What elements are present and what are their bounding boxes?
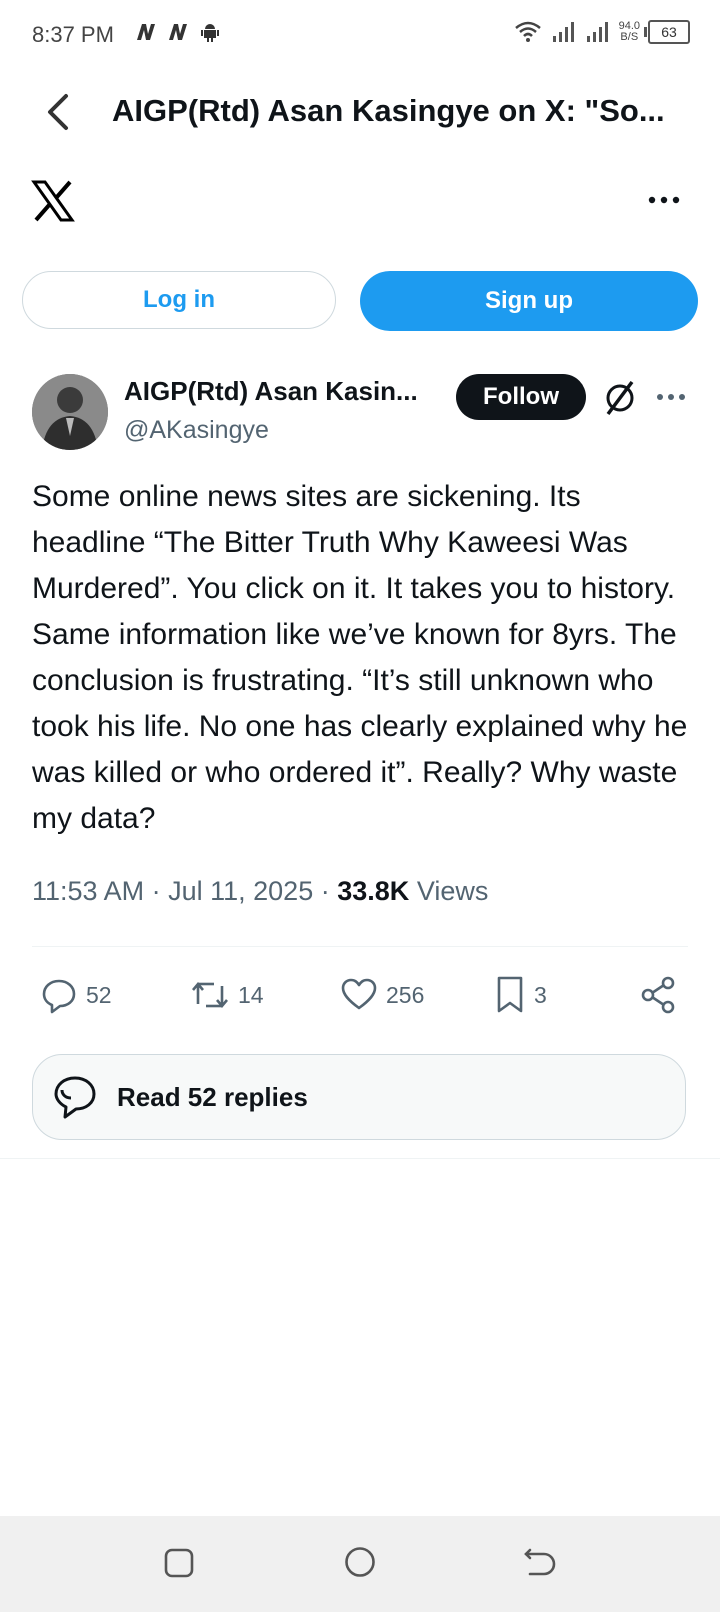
home-icon (345, 1547, 375, 1577)
android-icon (201, 24, 219, 42)
grok-button[interactable] (602, 378, 638, 418)
reply-count: 52 (86, 981, 112, 1008)
recents-button[interactable] (164, 1548, 194, 1578)
network-speed-unit: B/S (620, 31, 639, 43)
login-button[interactable]: Log in (22, 271, 336, 329)
more-options-button[interactable] (644, 182, 684, 218)
x-logo-icon (31, 180, 75, 222)
x-logo[interactable] (30, 178, 76, 224)
avatar[interactable] (32, 374, 108, 450)
read-replies-label: Read 52 replies (117, 1081, 308, 1112)
divider (32, 946, 688, 947)
like-button[interactable]: 256 (340, 972, 424, 1018)
heart-icon (341, 978, 377, 1010)
grok-icon (606, 380, 634, 416)
share-button[interactable] (640, 972, 676, 1018)
tweet-time[interactable]: 11:53 AM (32, 876, 144, 906)
back-arrow-icon (524, 1548, 556, 1576)
avatar-image (32, 374, 108, 450)
recents-icon (164, 1548, 194, 1578)
retweet-button[interactable]: 14 (190, 972, 264, 1018)
retweet-count: 14 (238, 981, 264, 1008)
retweet-icon (192, 981, 228, 1009)
read-replies-button[interactable]: Read 52 replies (32, 1054, 686, 1140)
chevron-left-icon (48, 94, 68, 130)
author-handle[interactable]: @AKasingye (124, 416, 269, 445)
network-speed: 94.0 B/S (619, 21, 640, 43)
signal-icon (586, 22, 608, 42)
replies-icon (54, 1076, 96, 1119)
reply-button[interactable]: 52 (40, 972, 112, 1018)
status-time: 8:37 PM (32, 22, 114, 47)
tweet-text: Some online news sites are sickening. It… (32, 480, 688, 835)
bookmark-count: 3 (534, 981, 547, 1008)
divider (0, 1158, 720, 1159)
tweet-date[interactable]: Jul 11, 2025 (168, 876, 313, 906)
status-bar: 8:37 PM 94.0 B/S 63 (0, 0, 720, 72)
share-icon (641, 976, 675, 1014)
meta-separator: · (320, 876, 338, 906)
page-title: AIGP(Rtd) Asan Kasingye on X: "So... (112, 93, 665, 128)
more-horizontal-icon (648, 196, 680, 204)
author-name[interactable]: AIGP(Rtd) Asan Kasin... (124, 376, 440, 407)
more-horizontal-icon (657, 394, 685, 400)
views-label: Views (416, 876, 489, 906)
follow-button[interactable]: Follow (456, 374, 586, 420)
tweet-more-button[interactable] (654, 382, 688, 412)
meta-separator: · (151, 876, 169, 906)
views-count: 33.8K (337, 876, 410, 906)
bookmark-button[interactable]: 3 (494, 972, 547, 1018)
back-button[interactable] (38, 88, 78, 136)
notification-n-icon (169, 24, 187, 40)
system-back-button[interactable] (522, 1546, 558, 1580)
notification-icons (134, 20, 222, 44)
like-count: 256 (386, 981, 425, 1008)
reply-icon (42, 979, 76, 1014)
battery-icon: 63 (644, 20, 690, 44)
tweet-meta: 11:53 AM · Jul 11, 2025 · 33.8K Views (32, 876, 488, 907)
wifi-icon (514, 21, 541, 42)
signal-icon (552, 22, 574, 42)
status-indicators: 94.0 B/S 63 (513, 20, 690, 44)
notification-n-icon (137, 24, 155, 40)
signup-button[interactable]: Sign up (360, 271, 698, 331)
home-button[interactable] (344, 1546, 376, 1578)
bookmark-icon (497, 976, 523, 1013)
